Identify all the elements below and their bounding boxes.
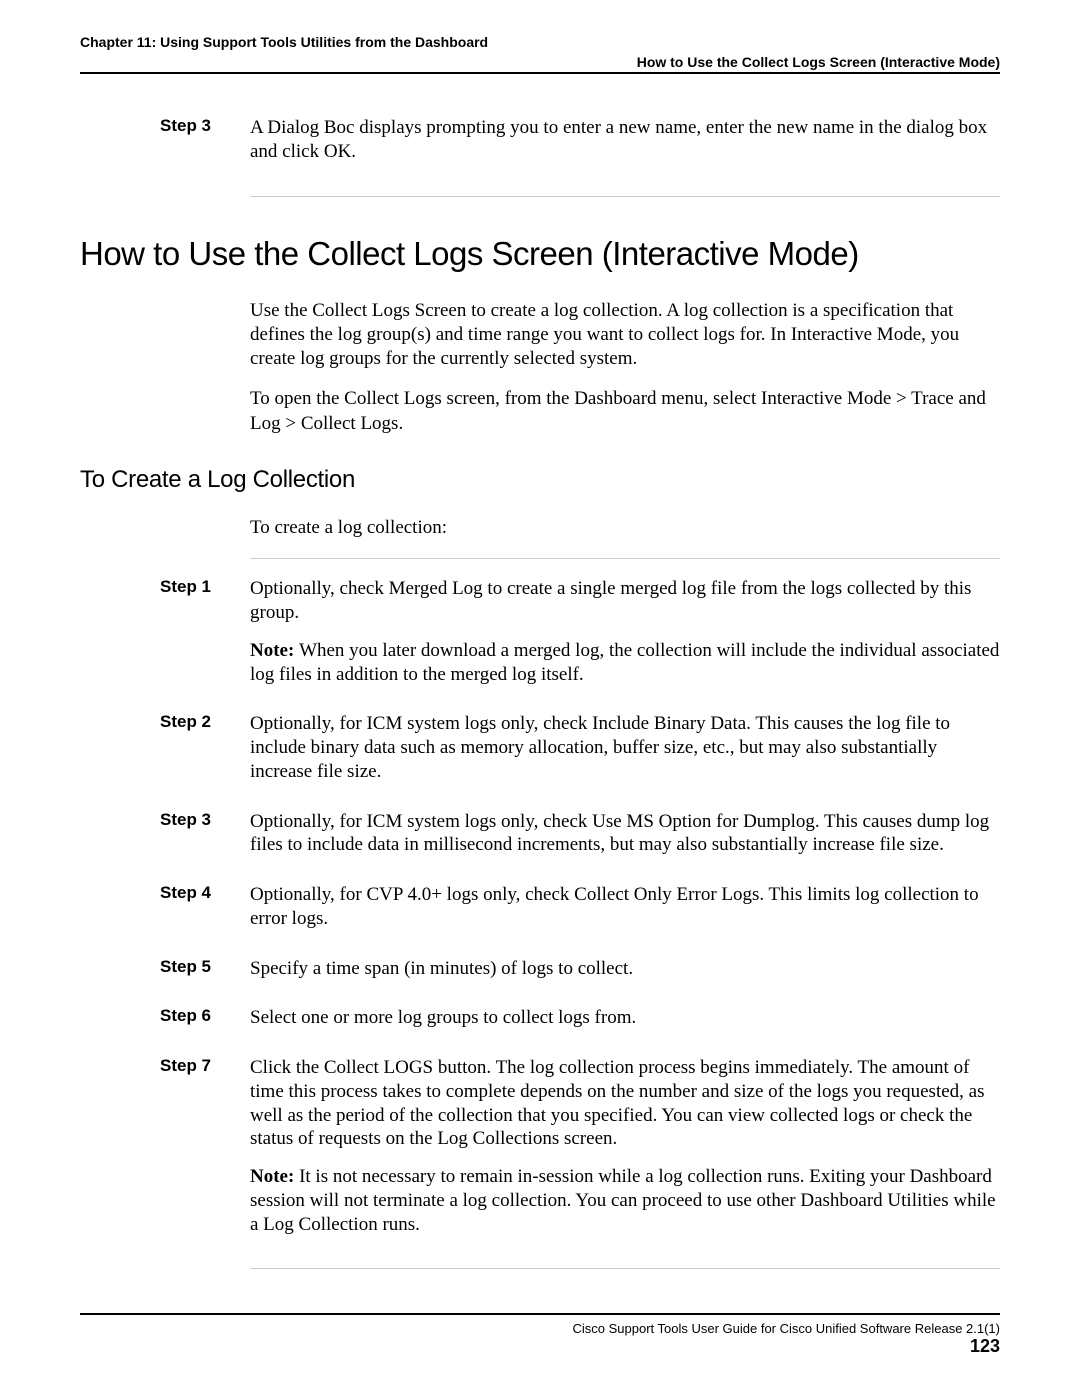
step-label: Step 1 bbox=[80, 577, 250, 700]
note-label: Note: bbox=[250, 1166, 299, 1187]
page-header: Chapter 11: Using Support Tools Utilitie… bbox=[80, 34, 1000, 74]
intro-block: Use the Collect Logs Screen to create a … bbox=[250, 299, 1000, 437]
divider bbox=[250, 1268, 1000, 1269]
step-note: Note: It is not necessary to remain in-s… bbox=[250, 1165, 1000, 1236]
step-label: Step 5 bbox=[80, 957, 250, 995]
step-text: Optionally, for ICM system logs only, ch… bbox=[250, 712, 1000, 783]
step-body: Optionally, for CVP 4.0+ logs only, chec… bbox=[250, 883, 1000, 945]
step-body: Optionally, for ICM system logs only, ch… bbox=[250, 810, 1000, 872]
step-row: Step 6 Select one or more log groups to … bbox=[80, 1006, 1000, 1044]
step-text: Optionally, for ICM system logs only, ch… bbox=[250, 810, 1000, 858]
heading-2: To Create a Log Collection bbox=[80, 466, 1000, 494]
step-label: Step 3 bbox=[80, 116, 250, 178]
step-label: Step 6 bbox=[80, 1006, 250, 1044]
step-label: Step 2 bbox=[80, 712, 250, 797]
step-body: Click the Collect LOGS button. The log c… bbox=[250, 1056, 1000, 1250]
step-body: A Dialog Boc displays prompting you to e… bbox=[250, 116, 1000, 178]
footer-title: Cisco Support Tools User Guide for Cisco… bbox=[80, 1321, 1000, 1336]
step-row: Step 1 Optionally, check Merged Log to c… bbox=[80, 577, 1000, 700]
note-text: When you later download a merged log, th… bbox=[250, 640, 999, 685]
header-chapter: Chapter 11: Using Support Tools Utilitie… bbox=[80, 34, 1000, 50]
step-body: Optionally, check Merged Log to create a… bbox=[250, 577, 1000, 700]
step-row: Step 4 Optionally, for CVP 4.0+ logs onl… bbox=[80, 883, 1000, 945]
step-row: Step 7 Click the Collect LOGS button. Th… bbox=[80, 1056, 1000, 1250]
step-row: Step 2 Optionally, for ICM system logs o… bbox=[80, 712, 1000, 797]
note-label: Note: bbox=[250, 640, 299, 661]
step-row: Step 3 Optionally, for ICM system logs o… bbox=[80, 810, 1000, 872]
note-text: It is not necessary to remain in-session… bbox=[250, 1166, 996, 1235]
step-text: Specify a time span (in minutes) of logs… bbox=[250, 957, 1000, 981]
step-text: Optionally, check Merged Log to create a… bbox=[250, 577, 1000, 625]
prior-step-row: Step 3 A Dialog Boc displays prompting y… bbox=[80, 116, 1000, 178]
heading-1: How to Use the Collect Logs Screen (Inte… bbox=[80, 235, 1000, 273]
step-body: Optionally, for ICM system logs only, ch… bbox=[250, 712, 1000, 797]
page-footer: Cisco Support Tools User Guide for Cisco… bbox=[80, 1313, 1000, 1357]
steps-block: Step 1 Optionally, check Merged Log to c… bbox=[80, 577, 1000, 1250]
step-text: Click the Collect LOGS button. The log c… bbox=[250, 1056, 1000, 1151]
step-label: Step 4 bbox=[80, 883, 250, 945]
step-note: Note: When you later download a merged l… bbox=[250, 639, 1000, 687]
footer-page-number: 123 bbox=[80, 1336, 1000, 1357]
step-label: Step 3 bbox=[80, 810, 250, 872]
divider bbox=[250, 196, 1000, 197]
step-row: Step 5 Specify a time span (in minutes) … bbox=[80, 957, 1000, 995]
step-text: Optionally, for CVP 4.0+ logs only, chec… bbox=[250, 883, 1000, 931]
intro-paragraph: To open the Collect Logs screen, from th… bbox=[250, 387, 1000, 436]
step-text: Select one or more log groups to collect… bbox=[250, 1006, 1000, 1030]
divider bbox=[250, 558, 1000, 559]
lead-text: To create a log collection: bbox=[250, 516, 1000, 540]
step-text: A Dialog Boc displays prompting you to e… bbox=[250, 116, 1000, 164]
step-body: Select one or more log groups to collect… bbox=[250, 1006, 1000, 1044]
lead-block: To create a log collection: bbox=[250, 516, 1000, 540]
footer-rule bbox=[80, 1313, 1000, 1315]
step-body: Specify a time span (in minutes) of logs… bbox=[250, 957, 1000, 995]
intro-paragraph: Use the Collect Logs Screen to create a … bbox=[250, 299, 1000, 372]
header-section: How to Use the Collect Logs Screen (Inte… bbox=[80, 54, 1000, 70]
step-label: Step 7 bbox=[80, 1056, 250, 1250]
